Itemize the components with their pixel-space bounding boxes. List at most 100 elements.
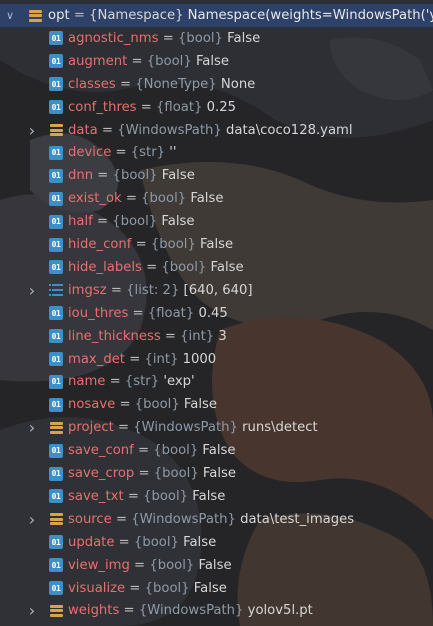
tree-row-hide-conf[interactable]: 01 hide_conf = {bool} False [0, 233, 433, 256]
variable-value: yolov5l.pt [247, 603, 313, 619]
variable-value: data\coco128.yaml [226, 122, 353, 138]
variable-value: False [183, 534, 217, 550]
tree-row-dnn[interactable]: 01 dnn = {bool} False [0, 164, 433, 187]
tree-row-source[interactable]: › source = {WindowsPath} data\test_images [0, 508, 433, 531]
variable-value: 3 [218, 328, 227, 344]
primitive-icon: 01 [49, 558, 63, 573]
tree-row-update[interactable]: 01 update = {bool} False [0, 531, 433, 554]
tree-row-imgsz[interactable]: › imgsz = {list: 2} [640, 640] [0, 279, 433, 302]
variable-value: False [198, 557, 232, 573]
variable-value: Namespace(weights=WindowsPath('y [187, 8, 433, 23]
tree-row-augment[interactable]: 01 augment = {bool} False [0, 50, 433, 73]
tree-row-save-conf[interactable]: 01 save_conf = {bool} False [0, 439, 433, 462]
variable-value: 0.45 [198, 305, 228, 321]
tree-row-classes[interactable]: 01 classes = {NoneType} None [0, 73, 433, 96]
primitive-icon: 01 [49, 352, 63, 366]
tree-row-iou-thres[interactable]: 01 iou_thres = {float} 0.45 [0, 302, 433, 325]
primitive-icon: 01 [49, 191, 63, 206]
tree-row-view-img[interactable]: 01 view_img = {bool} False [0, 554, 433, 577]
variable-type: {WindowsPath} [131, 511, 236, 527]
tree-row-save-txt[interactable]: 01 save_txt = {bool} False [0, 485, 433, 508]
variable-name: half [68, 214, 93, 230]
equals-sign: = [132, 305, 144, 321]
tree-row-line-thickness[interactable]: 01 line_thickness = {int} 3 [0, 325, 433, 348]
primitive-icon: 01 [49, 54, 63, 69]
tree-row-weights[interactable]: › weights = {WindowsPath} yolov5l.pt [0, 599, 433, 622]
primitive-icon: 01 [49, 77, 63, 92]
variable-name: name [68, 374, 106, 390]
equals-sign: = [119, 76, 131, 92]
chevron-right-icon[interactable]: › [26, 281, 38, 300]
variable-name: iou_thres [68, 305, 129, 321]
tree-row-visualize[interactable]: 01 visualize = {bool} False [0, 577, 433, 600]
tree-row-name[interactable]: 01 name = {str} 'exp' [0, 370, 433, 393]
variable-name: save_conf [68, 443, 134, 459]
tree-row-max-det[interactable]: 01 max_det = {int} 1000 [0, 348, 433, 371]
equals-sign: = [101, 122, 113, 138]
equals-sign: = [162, 30, 174, 46]
variable-name: opt [48, 8, 70, 23]
variable-value: False [161, 214, 195, 230]
primitive-icon: 01 [49, 443, 63, 458]
variable-value: False [227, 30, 261, 46]
variable-type: {WindowsPath} [138, 603, 244, 619]
tree-row-data[interactable]: › data = {WindowsPath} data\coco128.yaml [0, 119, 433, 142]
variable-value: False [161, 168, 195, 184]
variable-type: {bool} [141, 191, 187, 207]
tree-row-root-opt[interactable]: ∨ opt = {Namespace} Namespace(weights=Wi… [0, 4, 433, 27]
variable-value: False [193, 580, 227, 596]
equals-sign: = [131, 53, 143, 69]
variable-type: {WindowsPath} [133, 420, 238, 436]
variable-value: False [190, 191, 224, 207]
variable-name: view_img [68, 557, 130, 573]
chevron-right-icon[interactable]: › [26, 510, 38, 529]
tree-row-conf-thres[interactable]: 01 conf_thres = {float} 0.25 [0, 96, 433, 119]
primitive-icon: 01 [49, 100, 63, 115]
variable-type: {bool} [143, 488, 189, 504]
chevron-right-icon[interactable]: › [26, 418, 38, 437]
variable-type: {bool} [112, 214, 158, 230]
object-icon [49, 421, 63, 435]
variable-name: hide_conf [68, 237, 132, 252]
equals-sign: = [135, 237, 147, 252]
variable-value: False [210, 259, 244, 275]
equals-sign: = [73, 8, 85, 23]
variable-name: visualize [68, 580, 126, 596]
tree-row-exist-ok[interactable]: 01 exist_ok = {bool} False [0, 187, 433, 210]
equals-sign: = [146, 259, 158, 275]
tree-row-project[interactable]: › project = {WindowsPath} runs\detect [0, 416, 433, 439]
variable-name: source [68, 511, 112, 527]
object-icon [49, 512, 63, 526]
tree-row-hide-labels[interactable]: 01 hide_labels = {bool} False [0, 256, 433, 279]
equals-sign: = [129, 351, 141, 367]
chevron-right-icon[interactable]: › [26, 601, 38, 620]
primitive-icon: 01 [49, 168, 63, 183]
variable-name: imgsz [68, 282, 107, 298]
tree-row-device[interactable]: 01 device = {str} '' [0, 141, 433, 164]
equals-sign: = [96, 214, 109, 230]
tree-row-half[interactable]: 01 half = {bool} False [0, 210, 433, 233]
chevron-down-icon[interactable]: ∨ [4, 9, 16, 22]
variable-type: {bool} [112, 168, 158, 184]
variable-value: None [220, 76, 256, 92]
variable-type: {bool} [144, 580, 190, 596]
variable-type: {bool} [146, 53, 192, 69]
variable-type: {float} [147, 305, 195, 321]
equals-sign: = [115, 145, 127, 161]
variable-type: {bool} [153, 466, 199, 481]
tree-row-save-crop[interactable]: 01 save_crop = {bool} False [0, 462, 433, 485]
chevron-right-icon[interactable]: › [26, 121, 38, 140]
variable-type: {WindowsPath} [117, 122, 222, 138]
equals-sign: = [109, 374, 121, 390]
tree-row-agnostic-nms[interactable]: 01 agnostic_nms = {bool} False [0, 27, 433, 50]
variable-value: False [183, 397, 218, 413]
variable-value: False [202, 466, 237, 481]
variable-value: False [200, 237, 234, 252]
primitive-icon: 01 [49, 397, 63, 412]
equals-sign: = [140, 99, 152, 115]
primitive-icon: 01 [49, 489, 63, 504]
variable-value: False [195, 53, 230, 69]
variable-name: data [68, 122, 98, 138]
tree-row-nosave[interactable]: 01 nosave = {bool} False [0, 393, 433, 416]
variable-type: {Namespace} [89, 8, 184, 23]
